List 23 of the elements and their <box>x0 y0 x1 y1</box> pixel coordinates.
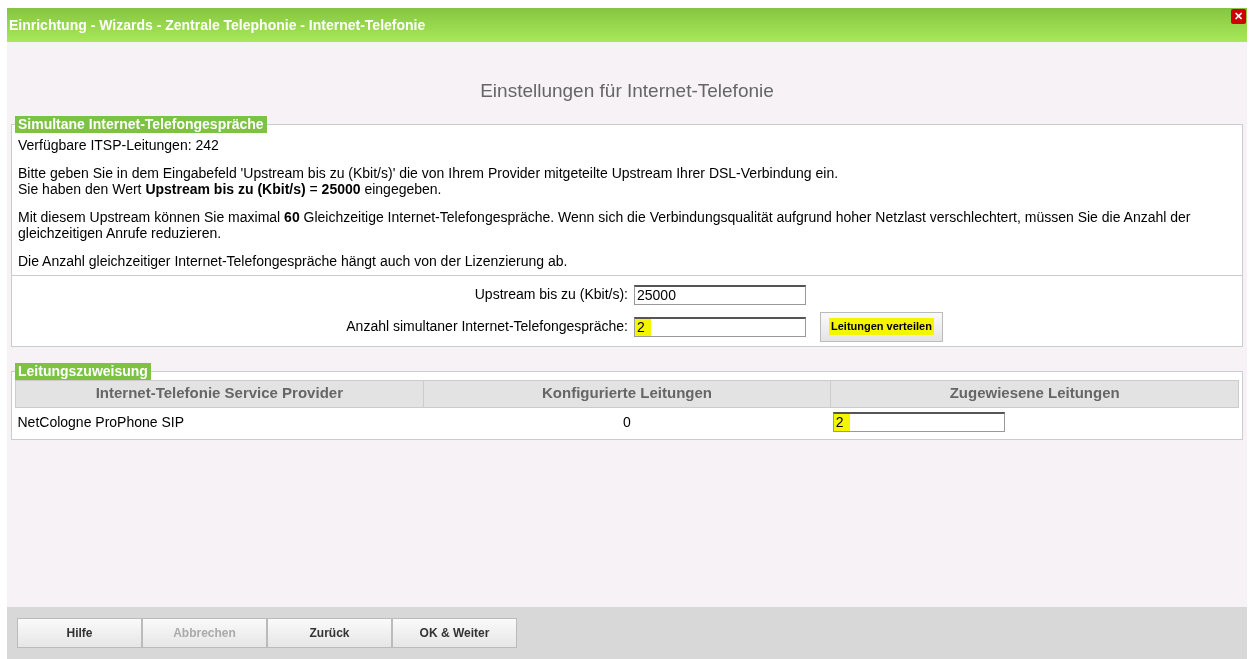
table-cell: 0 <box>423 407 831 437</box>
page-heading: Einstellungen für Internet-Telefonie <box>479 79 775 103</box>
table-cell: NetCologne ProPhone SIP <box>15 407 424 437</box>
column-header: Konfigurierte Leitungen <box>423 380 831 407</box>
input-field[interactable]: 2 <box>832 411 1005 432</box>
footer-button[interactable]: Zurück <box>267 618 392 648</box>
input-field[interactable]: 2 <box>634 316 806 337</box>
info-text: Mit diesem Upstream können Sie maximal 60 Gleichzeitige Internet-Telefongespräche. Wenn sich die Verbindungsqualität aufgrund hoher Netzlast verschlechtert, müssen Sie die Anzahl der gleichzeitigen Anrufe reduzieren. <box>18 208 1192 241</box>
info-text: Bitte geben Sie in dem Eingabefeld 'Upstream bis zu (Kbit/s)' die von Ihrem Provider mitgeteilte Upstream Ihrer DSL-Verbindung ein. Sie haben den Wert Upstream bis zu (Kbit/s) = 25000 eingegeben. <box>18 164 840 197</box>
field-label: Upstream bis zu (Kbit/s): <box>473 285 629 304</box>
column-header: Internet-Telefonie Service Provider <box>15 380 424 407</box>
distribute-button[interactable]: Leitungen verteilen <box>820 311 943 342</box>
section-legend: Simultane Internet-Telefongespräche <box>15 115 267 133</box>
footer-button[interactable]: OK & Weiter <box>392 618 517 648</box>
info-text: Die Anzahl gleichzeitiger Internet-Telefongespräche hängt auch von der Lizenzierung ab. <box>18 252 569 269</box>
close-button[interactable]: ✕ <box>1231 9 1246 24</box>
footer-button[interactable]: Hilfe <box>17 618 142 648</box>
field-label: Anzahl simultaner Internet-Telefongespräche: <box>345 317 629 336</box>
info-text: Verfügbare ITSP-Leitungen: 242 <box>18 136 220 153</box>
input-field[interactable]: 25000 <box>634 284 806 305</box>
section-legend: Leitungszuweisung <box>15 362 151 380</box>
window-title: Einrichtung - Wizards - Zentrale Telephonie - Internet-Telefonie <box>9 15 426 35</box>
column-header: Zugewiesene Leitungen <box>830 380 1239 407</box>
